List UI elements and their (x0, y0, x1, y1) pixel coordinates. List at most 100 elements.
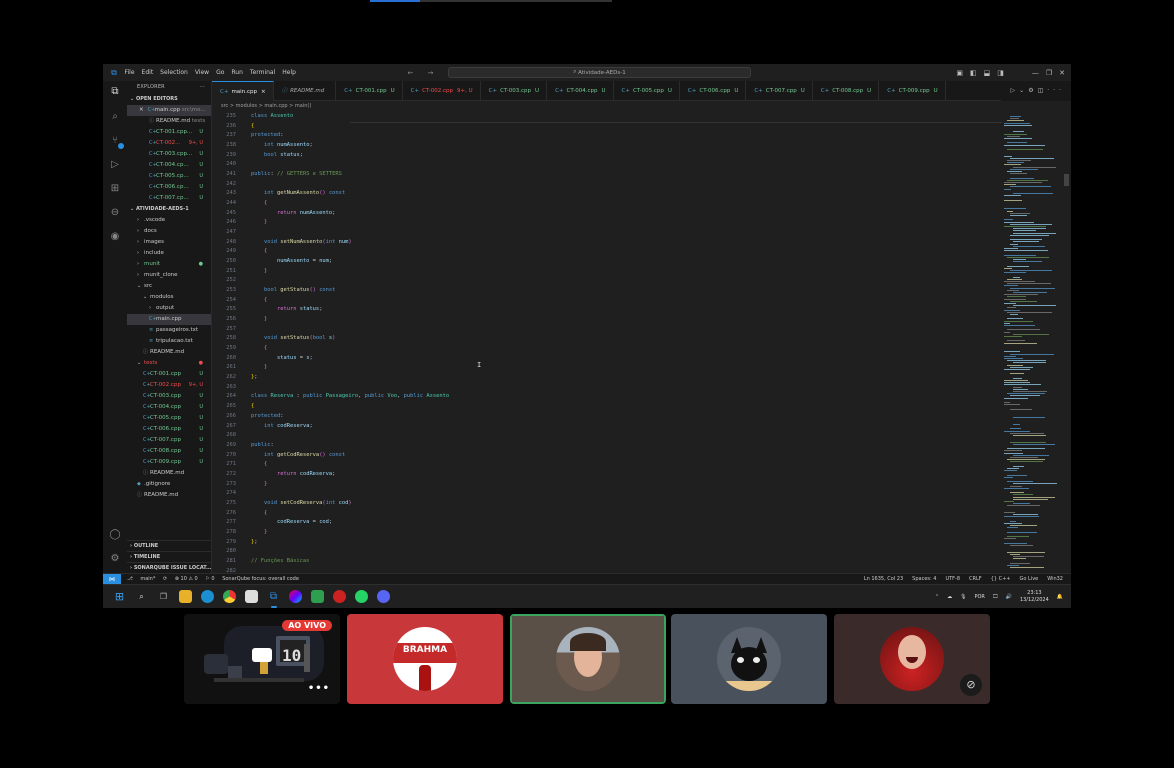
editor-scrollbar[interactable] (1064, 174, 1069, 186)
source-control-icon[interactable]: ⑂ (109, 135, 124, 149)
whatsapp-icon[interactable] (355, 590, 368, 603)
split-editor-icon[interactable]: ◫ (1038, 87, 1048, 94)
menu-edit[interactable]: Edit (138, 69, 157, 76)
tree-item[interactable]: C+main.cpp (127, 314, 211, 325)
sync-icon[interactable]: ⟳ (163, 576, 167, 582)
open-editor-item[interactable]: C+CT-002... 9+, U (127, 138, 211, 149)
windows-start-icon[interactable]: ⊞ (113, 590, 126, 603)
account-icon[interactable]: ◯ (109, 529, 121, 541)
status-item[interactable]: UTF-8 (945, 576, 960, 582)
excel-icon[interactable] (311, 590, 324, 603)
onedrive-icon[interactable]: ☁ (947, 594, 952, 600)
tree-item[interactable]: C+CT-004.cpp U (127, 402, 211, 413)
tab-ct-008-cpp[interactable]: C+ CT-008.cpp U (813, 81, 880, 101)
branch-status[interactable]: ⎇ main* (127, 576, 155, 582)
command-center-search[interactable]: ⌕ Atividade-AEDs-1 (448, 67, 751, 78)
toggle-sidebar-icon[interactable]: ◧ (970, 69, 977, 77)
close-icon[interactable]: ✕ (139, 107, 144, 113)
status-item[interactable]: Win32 (1047, 576, 1063, 582)
project-header[interactable]: ⌄ ATIVIDADE-AEDS-1 (127, 204, 211, 215)
open-editor-item[interactable]: ✕ C+main.cpp src\mo... (127, 105, 211, 116)
vscode-taskbar-icon[interactable]: ⧉ (267, 590, 280, 603)
participant-tile-speaking[interactable] (510, 614, 666, 704)
tray-overflow-icon[interactable]: ⌃ (935, 594, 939, 600)
participant-tile-5[interactable]: ⊘ (834, 614, 990, 704)
tree-item[interactable]: › docs (127, 226, 211, 237)
tab-ct-007-cpp[interactable]: C+ CT-007.cpp U (746, 81, 813, 101)
chrome-icon[interactable] (223, 590, 236, 603)
tab-status[interactable]: × (261, 89, 266, 95)
tree-item[interactable]: ⓘ README.md (127, 468, 211, 479)
settings-gear-icon[interactable]: ⚙ (109, 553, 121, 565)
tab-ct-002-cpp[interactable]: C+ CT-002.cpp 9+, U (403, 81, 481, 101)
tree-item[interactable]: › .vscode (127, 215, 211, 226)
code-editor[interactable]: 235 class Assento 236 {237 protected: 238 int… (212, 112, 1002, 572)
participant-tile-4[interactable] (671, 614, 827, 704)
task-view-icon[interactable]: ❐ (157, 590, 170, 603)
notification-icon[interactable]: 🔔 (1057, 594, 1063, 600)
tree-item[interactable]: C+CT-002.cpp 9+, U (127, 380, 211, 391)
settings-icon[interactable]: ⚙ (1028, 87, 1037, 94)
copilot-icon[interactable] (289, 590, 302, 603)
tree-item[interactable]: C+CT-007.cpp U (127, 435, 211, 446)
language-indicator[interactable]: POR (974, 594, 984, 600)
minimize-icon[interactable]: — (1032, 69, 1039, 77)
edge-icon[interactable] (201, 590, 214, 603)
tree-item[interactable]: C+CT-009.cpp U (127, 457, 211, 468)
tree-item[interactable]: › output (127, 303, 211, 314)
search-icon[interactable]: ⌕ (109, 111, 121, 123)
menu-file[interactable]: File (121, 69, 138, 76)
remote-indicator-icon[interactable]: ⋈ (103, 573, 121, 585)
toggle-secondary-icon[interactable]: ◨ (997, 69, 1004, 77)
tree-item[interactable]: C+CT-005.cpp U (127, 413, 211, 424)
menu-view[interactable]: View (191, 69, 212, 76)
nav-arrows-icon[interactable]: ← → (407, 69, 439, 77)
microphone-icon[interactable]: 🎙 (960, 594, 966, 600)
open-editor-item[interactable]: C+CT-001.cpp... U (127, 127, 211, 138)
clock[interactable]: 23:13 13/12/2024 (1020, 590, 1049, 604)
search-icon[interactable]: ⌕ (135, 590, 148, 603)
tab-ct-006-cpp[interactable]: C+ CT-006.cpp U (680, 81, 747, 101)
menu-run[interactable]: Run (228, 69, 247, 76)
file-explorer-icon[interactable] (179, 590, 192, 603)
tab-ct-003-cpp[interactable]: C+ CT-003.cpp U (481, 81, 548, 101)
menu-terminal[interactable]: Terminal (246, 69, 278, 76)
tree-item[interactable]: › include (127, 248, 211, 259)
sidebar-section-1[interactable]: › TIMELINE (127, 551, 211, 562)
tab-ct-004-cpp[interactable]: C+ CT-004.cpp U (547, 81, 614, 101)
tree-item[interactable]: ⌄ src (127, 281, 211, 292)
open-editor-item[interactable]: C+CT-005.cp... U (127, 171, 211, 182)
tree-item[interactable]: › images (127, 237, 211, 248)
network-icon[interactable]: 🖵 (993, 594, 998, 600)
media-app-icon[interactable] (333, 590, 346, 603)
open-editor-item[interactable]: C+CT-006.cp... U (127, 182, 211, 193)
tab-readme-md[interactable]: ⓘ README.md (274, 81, 337, 101)
remote-explorer-icon[interactable]: ⊖ (109, 207, 121, 219)
sidebar-section-0[interactable]: › OUTLINE (127, 540, 211, 551)
menu-help[interactable]: Help (279, 69, 300, 76)
extensions-icon[interactable]: ⊞ (109, 183, 121, 195)
discord-icon[interactable] (377, 590, 390, 603)
tree-item[interactable]: ⓘ README.md (127, 347, 211, 358)
tree-item[interactable]: ◆ .gitignore (127, 479, 211, 490)
layout-icon[interactable]: ▣ (956, 69, 963, 77)
more-options-icon[interactable]: ••• (308, 683, 330, 694)
run-dropdown-icon[interactable]: ⌄ (1019, 87, 1028, 94)
tree-item[interactable]: ≡ tripulacao.txt (127, 336, 211, 347)
tab-ct-001-cpp[interactable]: C+ CT-001.cpp U (336, 81, 403, 101)
store-icon[interactable] (245, 590, 258, 603)
tree-item[interactable]: C+CT-008.cpp U (127, 446, 211, 457)
open-editor-item[interactable]: C+CT-004.cp... U (127, 160, 211, 171)
toggle-panel-icon[interactable]: ⬓ (984, 69, 991, 77)
open-editor-item[interactable]: C+CT-007.cp... U (127, 193, 211, 204)
open-editor-item[interactable]: ⓘ README.md tests (127, 116, 211, 127)
participant-tile-2[interactable]: BRAHMA (347, 614, 503, 704)
tree-item[interactable]: › munit ● (127, 259, 211, 270)
run-icon[interactable]: ▷ (1011, 87, 1020, 94)
run-debug-icon[interactable]: ▷ (109, 159, 121, 171)
menu-go[interactable]: Go (213, 69, 228, 76)
minimap[interactable] (1002, 112, 1062, 572)
sidebar-section-2[interactable]: › SONARQUBE ISSUE LOCAT... (127, 562, 211, 573)
live-share-icon[interactable]: ◉ (109, 231, 121, 243)
menu-selection[interactable]: Selection (157, 69, 192, 76)
